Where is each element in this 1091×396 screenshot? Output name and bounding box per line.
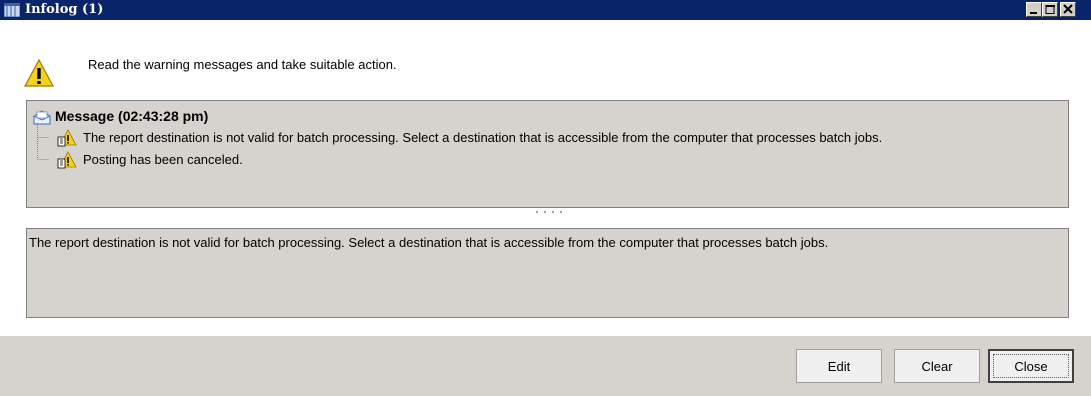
window-title: Infolog (1) [25, 2, 104, 17]
minimize-icon [1030, 12, 1037, 14]
title-bar[interactable]: Infolog (1) [0, 0, 1091, 20]
focus-rectangle [993, 354, 1069, 378]
message-detail-panel[interactable]: The report destination is not valid for … [26, 228, 1069, 318]
header-instruction: Read the warning messages and take suita… [88, 57, 397, 72]
close-window-button[interactable] [1060, 2, 1076, 17]
warning-icon [57, 151, 77, 169]
maximize-button[interactable] [1042, 2, 1058, 17]
infolog-window: Infolog (1) Read the warning messages an… [0, 0, 1091, 396]
minimize-button[interactable] [1026, 2, 1042, 17]
message-tree[interactable]: Message (02:43:28 pm) The report destina… [26, 100, 1069, 208]
warning-icon [24, 58, 54, 87]
infolog-icon [4, 3, 20, 17]
button-bar: Edit Clear Close [0, 336, 1091, 396]
close-icon [1063, 4, 1073, 14]
tree-item-text: The report destination is not valid for … [83, 130, 883, 145]
warning-icon [57, 129, 77, 147]
edit-button[interactable]: Edit [796, 349, 882, 383]
maximize-icon [1045, 5, 1055, 14]
close-button[interactable]: Close [988, 349, 1074, 383]
tree-item-text: Posting has been canceled. [83, 152, 243, 167]
detail-text: The report destination is not valid for … [29, 235, 829, 250]
tree-root-label: Message (02:43:28 pm) [55, 108, 209, 124]
clear-button[interactable]: Clear [894, 349, 980, 383]
panel-splitter[interactable] [536, 210, 568, 214]
tree-connector-lines [37, 123, 49, 160]
